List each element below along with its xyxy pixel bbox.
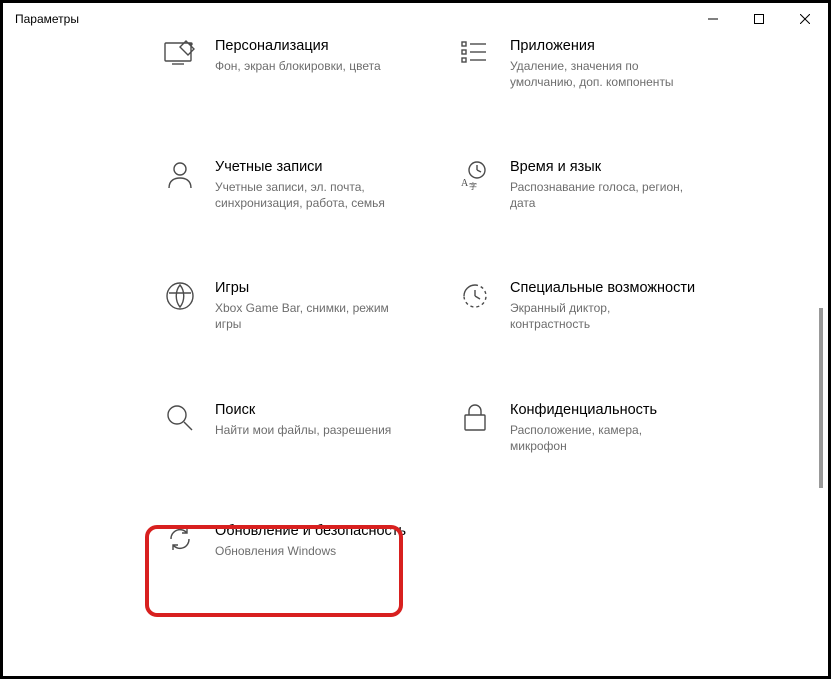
tile-title: Специальные возможности (510, 279, 695, 298)
window-title: Параметры (15, 12, 690, 26)
accounts-icon (163, 160, 197, 194)
svg-text:字: 字 (469, 181, 477, 190)
tile-desc: Расположение, камера, микрофон (510, 422, 690, 454)
svg-text:A: A (461, 178, 469, 189)
tile-title: Обновление и безопасность (215, 522, 406, 541)
ease-of-access-icon (458, 281, 492, 315)
update-icon (163, 524, 197, 558)
tile-title: Персонализация (215, 37, 381, 56)
tile-gaming[interactable]: Игры Xbox Game Bar, снимки, режим игры (163, 279, 428, 332)
tile-privacy[interactable]: Конфиденциальность Расположение, камера,… (458, 401, 723, 454)
settings-window: Параметры (0, 0, 831, 679)
tile-title: Игры (215, 279, 395, 298)
tile-desc: Найти мои файлы, разрешения (215, 422, 391, 438)
tile-title: Конфиденциальность (510, 401, 690, 420)
tile-personalization[interactable]: Персонализация Фон, экран блокировки, цв… (163, 37, 428, 90)
window-controls (690, 3, 828, 35)
tile-desc: Обновления Windows (215, 543, 395, 559)
privacy-icon (458, 403, 492, 437)
tile-accounts[interactable]: Учетные записи Учетные записи, эл. почта… (163, 158, 428, 211)
tile-ease-of-access[interactable]: Специальные возможности Экранный диктор,… (458, 279, 723, 332)
tile-search[interactable]: Поиск Найти мои файлы, разрешения (163, 401, 428, 454)
maximize-button[interactable] (736, 3, 782, 35)
tile-desc: Учетные записи, эл. почта, синхронизация… (215, 179, 395, 211)
tile-desc: Xbox Game Bar, снимки, режим игры (215, 300, 395, 332)
close-button[interactable] (782, 3, 828, 35)
settings-grid: Персонализация Фон, экран блокировки, цв… (163, 37, 798, 559)
tile-time-language[interactable]: A 字 Время и язык Распознавание голоса, р… (458, 158, 723, 211)
personalization-icon (163, 39, 197, 73)
scrollbar-thumb[interactable] (819, 308, 823, 488)
tile-update-security[interactable]: Обновление и безопасность Обновления Win… (163, 522, 428, 559)
time-language-icon: A 字 (458, 160, 492, 194)
content-area: Персонализация Фон, экран блокировки, цв… (3, 37, 828, 676)
tile-desc: Распознавание голоса, регион, дата (510, 179, 690, 211)
tile-desc: Удаление, значения по умолчанию, доп. ко… (510, 58, 690, 90)
titlebar: Параметры (3, 3, 828, 35)
tile-title: Время и язык (510, 158, 690, 177)
tile-title: Приложения (510, 37, 690, 56)
minimize-button[interactable] (690, 3, 736, 35)
tile-desc: Фон, экран блокировки, цвета (215, 58, 381, 74)
apps-icon (458, 39, 492, 73)
tile-title: Поиск (215, 401, 391, 420)
tile-title: Учетные записи (215, 158, 395, 177)
tile-desc: Экранный диктор, контрастность (510, 300, 690, 332)
search-icon (163, 403, 197, 437)
gaming-icon (163, 281, 197, 315)
tile-apps[interactable]: Приложения Удаление, значения по умолчан… (458, 37, 723, 90)
